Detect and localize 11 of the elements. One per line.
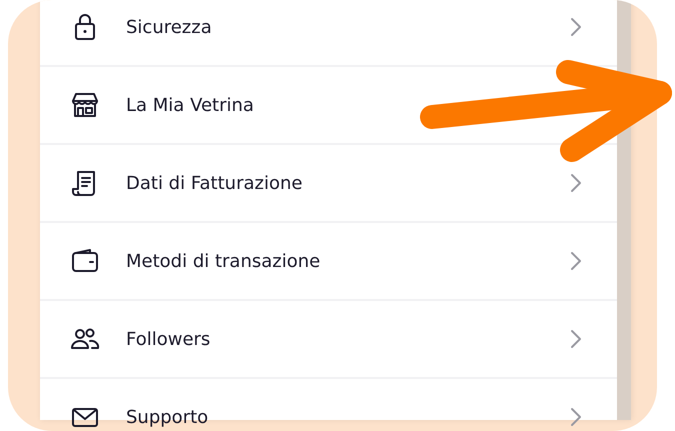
chevron-right-icon xyxy=(569,16,583,38)
chevron-right-icon xyxy=(569,406,583,428)
menu-item[interactable]: Sicurezza xyxy=(40,0,617,67)
chevron-right-icon xyxy=(569,328,583,350)
chevron-right-icon xyxy=(569,172,583,194)
menu-item[interactable]: Metodi di transazione xyxy=(40,223,617,301)
menu-item[interactable]: La Mia Vetrina xyxy=(40,67,617,145)
chevron-right-icon xyxy=(569,250,583,272)
menu-item[interactable]: Followers xyxy=(40,301,617,379)
menu-item[interactable]: Supporto xyxy=(40,379,617,431)
menu-item[interactable]: Dati di Fatturazione xyxy=(40,145,617,223)
